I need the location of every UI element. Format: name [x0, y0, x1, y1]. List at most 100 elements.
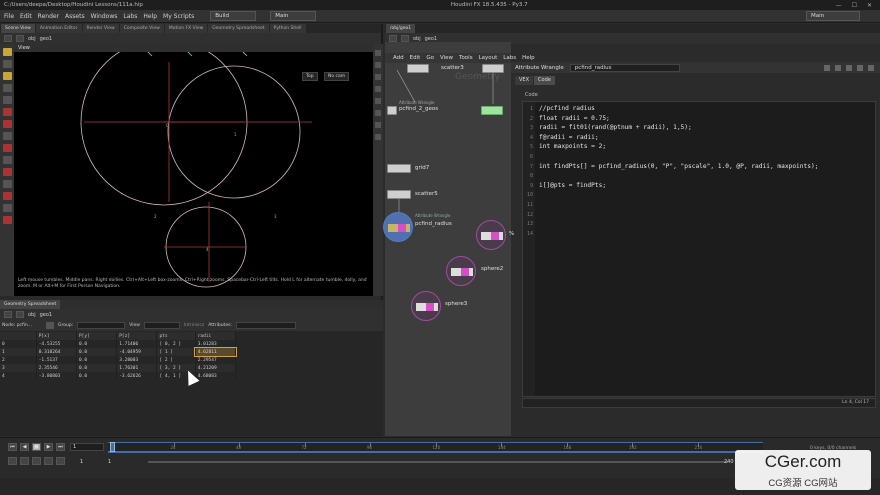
net-forward-button[interactable]: [401, 35, 409, 42]
audio-icon[interactable]: [20, 457, 29, 465]
paint-icon[interactable]: [2, 180, 12, 188]
col-index[interactable]: [0, 332, 37, 340]
normals-icon[interactable]: [375, 122, 381, 128]
stop-icon[interactable]: ■: [32, 443, 41, 451]
maximize-icon[interactable]: ☐: [852, 2, 857, 9]
table-row[interactable]: 3 2.35546 0.0 1.76301 [ 3, 2 ] 4.21209: [0, 364, 237, 372]
desktop-select[interactable]: Build: [210, 11, 257, 21]
brush-icon[interactable]: [2, 132, 12, 140]
node-pcfind-2-geos[interactable]: [387, 106, 397, 115]
pose-tool-icon[interactable]: [2, 96, 12, 104]
col-px[interactable]: P[x]: [36, 332, 77, 340]
pin-icon[interactable]: [2, 168, 12, 176]
wire-icon[interactable]: [375, 86, 381, 92]
step-back-icon[interactable]: ◀: [20, 443, 29, 451]
tab-motion-fx-view[interactable]: Motion FX View: [164, 24, 208, 33]
magnet-2-icon[interactable]: [2, 216, 12, 224]
view-field[interactable]: [143, 322, 180, 329]
timeline-track[interactable]: 24 48 72 96 120 144 168 192 216: [108, 442, 763, 453]
tab-vex[interactable]: VEX: [515, 76, 534, 85]
group-field[interactable]: [77, 322, 126, 329]
jump-end-icon[interactable]: ⏭: [56, 443, 65, 451]
right-context-select[interactable]: Main: [806, 11, 860, 21]
table-row[interactable]: 2 -1.5137 0.0 3.28003 [ 2 ] 2.29547: [0, 356, 237, 364]
node-green[interactable]: [481, 106, 503, 115]
tab-network[interactable]: /obj/geo1: [386, 24, 416, 33]
node-sphere-top[interactable]: [476, 220, 506, 250]
display-icon[interactable]: [375, 50, 381, 56]
node-pcfind-radius[interactable]: [383, 212, 413, 242]
menu-assets[interactable]: Assets: [65, 13, 85, 20]
range-icon[interactable]: [44, 457, 53, 465]
tab-scene-view[interactable]: Scene View: [1, 24, 35, 33]
gear-icon[interactable]: [824, 64, 830, 71]
numbers-icon[interactable]: [375, 134, 381, 140]
sheet-forward-button[interactable]: [16, 311, 24, 318]
table-row[interactable]: 0 -4.53255 0.0 1.71406 [ 0, 2 ] 3.01283: [0, 340, 237, 348]
camera-button[interactable]: No cam: [324, 72, 350, 81]
sheet-path-obj[interactable]: obj: [28, 312, 36, 318]
move-tool-icon[interactable]: [2, 60, 12, 68]
realtime-icon[interactable]: [8, 457, 17, 465]
col-pts[interactable]: pts: [156, 332, 196, 340]
net-back-button[interactable]: [389, 35, 397, 42]
net-path-geo[interactable]: geo1: [425, 36, 438, 42]
menu-edit[interactable]: Edit: [20, 13, 32, 20]
menu-windows[interactable]: Windows: [91, 13, 118, 20]
viewport-canvas[interactable]: 0 1 2 3 4: [14, 38, 373, 296]
cut-icon[interactable]: [2, 156, 12, 164]
intrinsics-label[interactable]: Intrinsics: [184, 323, 204, 328]
col-pz[interactable]: P[z]: [116, 332, 158, 340]
range-end[interactable]: 1: [108, 459, 111, 465]
magnet-icon[interactable]: [2, 120, 12, 128]
table-row[interactable]: 4 -3.80803 0.0 -3.62626 [ 4, 1 ] 4.68083: [0, 372, 237, 380]
path-obj[interactable]: obj: [28, 36, 36, 42]
record-icon[interactable]: [2, 144, 12, 152]
info-icon[interactable]: [846, 64, 852, 71]
lasso-icon[interactable]: [2, 204, 12, 212]
vex-code-editor[interactable]: 1 //pcfind radius 2 float radii = 0.75; 3 rad…: [522, 101, 876, 397]
tab-code[interactable]: Code: [534, 76, 555, 85]
path-geo[interactable]: geo1: [40, 36, 53, 42]
help-icon[interactable]: [835, 64, 841, 71]
snap-icon[interactable]: [2, 108, 12, 116]
sheet-path-geo[interactable]: geo1: [40, 312, 53, 318]
node-name-field[interactable]: pcfind_radius: [569, 63, 680, 72]
close-icon[interactable]: ✕: [867, 2, 872, 9]
selected-cell[interactable]: 4.02811: [194, 347, 237, 357]
node-unnamed-top[interactable]: [482, 64, 504, 73]
context-select[interactable]: Main: [270, 11, 317, 21]
lights-icon[interactable]: [375, 62, 381, 68]
range-start[interactable]: 1: [80, 459, 83, 465]
settings-icon[interactable]: [868, 64, 874, 71]
view-label[interactable]: View: [129, 323, 140, 328]
edit-icon[interactable]: [2, 192, 12, 200]
table-row[interactable]: 1 0.318264 0.0 -4.04959 [ 1 ] 4.02811: [0, 347, 237, 357]
end-frame[interactable]: 240: [724, 459, 734, 465]
net-path-obj[interactable]: obj: [413, 36, 421, 42]
node-scatter5[interactable]: [387, 190, 411, 199]
ghost-icon[interactable]: [375, 98, 381, 104]
node-scatter3[interactable]: [407, 64, 429, 73]
keys-icon[interactable]: [56, 457, 65, 465]
play-icon[interactable]: ▶: [44, 443, 53, 451]
tab-python-shell[interactable]: Python Shell: [269, 24, 306, 33]
playhead[interactable]: [110, 442, 115, 452]
view-tool-icon[interactable]: [2, 84, 12, 92]
col-radii[interactable]: radii: [195, 332, 237, 340]
current-frame-field[interactable]: 1: [70, 443, 104, 451]
menu-my-scripts[interactable]: My Scripts: [163, 13, 194, 20]
attributes-field[interactable]: [235, 322, 296, 329]
menu-render[interactable]: Render: [38, 13, 59, 20]
handle-tool-icon[interactable]: [2, 72, 12, 80]
col-py[interactable]: P[y]: [76, 332, 118, 340]
tab-composite-view[interactable]: Composite View: [119, 24, 164, 33]
menu-labs[interactable]: Labs: [123, 13, 137, 20]
shading-icon[interactable]: [375, 74, 381, 80]
network-editor[interactable]: Add Edit Go View Tools Layout Labs Help …: [383, 42, 535, 436]
node-sphere3[interactable]: [411, 291, 441, 321]
menu-help[interactable]: Help: [143, 13, 157, 20]
loop-icon[interactable]: [32, 457, 41, 465]
tab-render-view[interactable]: Render View: [82, 24, 119, 33]
points-icon[interactable]: [375, 110, 381, 116]
